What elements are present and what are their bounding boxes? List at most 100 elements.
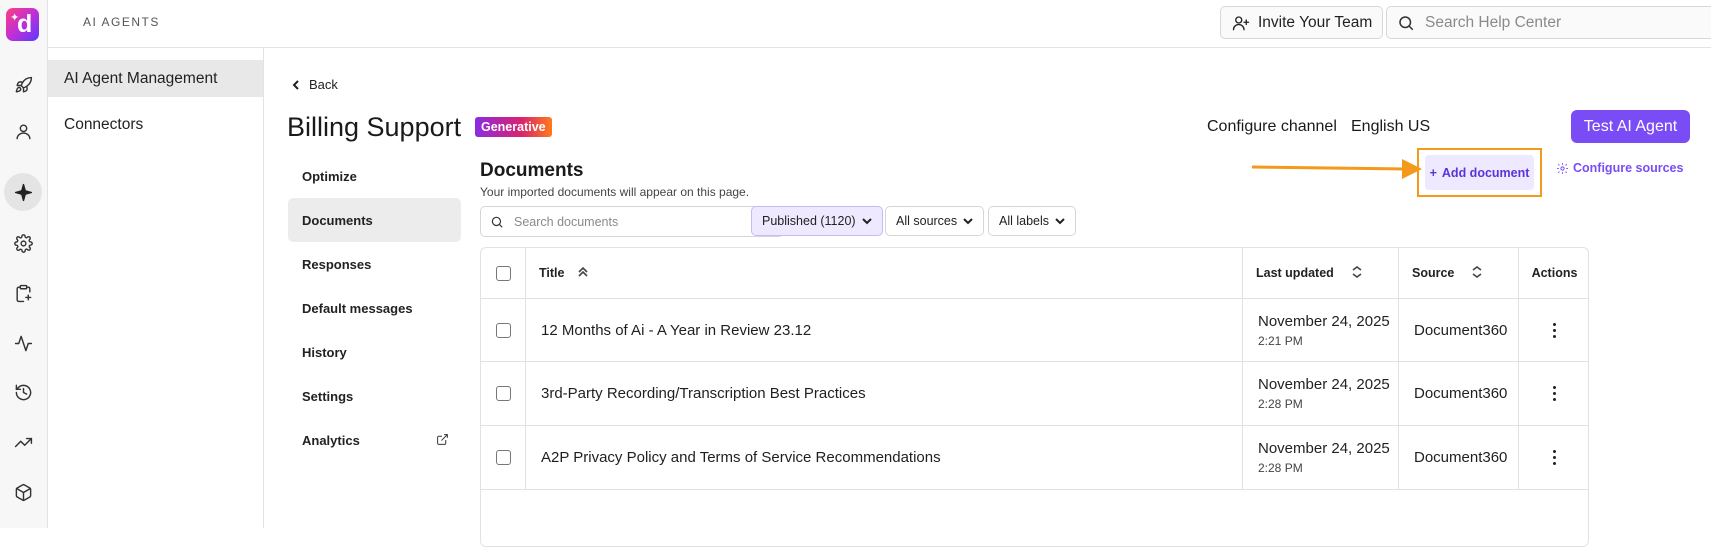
tab-settings[interactable]: Settings bbox=[288, 374, 461, 418]
configure-channel-link[interactable]: Configure channel bbox=[1207, 118, 1337, 136]
labels-filter[interactable]: All labels bbox=[988, 206, 1076, 236]
user-icon[interactable] bbox=[8, 116, 38, 146]
sort-icon bbox=[1472, 266, 1482, 281]
add-document-highlight: + Add document bbox=[1417, 148, 1542, 197]
sources-filter-label: All sources bbox=[896, 214, 957, 228]
more-options-icon[interactable] bbox=[1545, 320, 1565, 340]
search-icon bbox=[490, 215, 504, 229]
help-search-placeholder: Search Help Center bbox=[1425, 14, 1561, 32]
box-icon[interactable] bbox=[8, 477, 38, 507]
row-last-updated: November 24, 2025 2:28 PM bbox=[1243, 426, 1399, 489]
row-date: November 24, 2025 bbox=[1258, 440, 1390, 457]
invite-team-label: Invite Your Team bbox=[1258, 14, 1372, 32]
main-content: Back Billing Support Generative Configur… bbox=[264, 48, 1711, 528]
invite-team-button[interactable]: Invite Your Team bbox=[1220, 6, 1383, 39]
history-icon[interactable] bbox=[8, 377, 38, 407]
row-date: November 24, 2025 bbox=[1258, 313, 1390, 330]
tab-default-messages[interactable]: Default messages bbox=[288, 286, 461, 330]
status-filter[interactable]: Published (1120) bbox=[751, 206, 883, 236]
more-options-icon[interactable] bbox=[1545, 384, 1565, 404]
generative-badge: Generative bbox=[475, 117, 552, 137]
page-title: Billing Support bbox=[287, 112, 461, 143]
external-link-icon bbox=[436, 433, 449, 446]
row-title[interactable]: 3rd-Party Recording/Transcription Best P… bbox=[526, 362, 1243, 425]
chevron-down-icon bbox=[963, 216, 973, 226]
add-document-label: Add document bbox=[1442, 166, 1530, 180]
tab-analytics[interactable]: Analytics bbox=[288, 418, 461, 462]
sort-icon bbox=[1352, 266, 1362, 281]
row-actions bbox=[1519, 362, 1589, 425]
activity-icon[interactable] bbox=[8, 328, 38, 358]
select-all-checkbox[interactable] bbox=[496, 266, 511, 281]
help-center-search[interactable]: Search Help Center bbox=[1386, 6, 1711, 39]
row-select-cell bbox=[481, 362, 526, 425]
row-checkbox[interactable] bbox=[496, 386, 511, 401]
settings-icon[interactable] bbox=[8, 228, 38, 258]
last-updated-column-header[interactable]: Last updated bbox=[1243, 248, 1399, 298]
rocket-icon[interactable] bbox=[8, 70, 38, 100]
search-documents-input[interactable]: Search documents bbox=[480, 206, 784, 237]
tab-documents[interactable]: Documents bbox=[288, 198, 461, 242]
row-title[interactable]: A2P Privacy Policy and Terms of Service … bbox=[526, 426, 1243, 489]
row-checkbox[interactable] bbox=[496, 323, 511, 338]
row-source: Document360 bbox=[1399, 362, 1519, 425]
subnav-item-ai-agent-management[interactable]: AI Agent Management bbox=[48, 60, 263, 97]
more-options-icon[interactable] bbox=[1545, 448, 1565, 468]
tab-responses[interactable]: Responses bbox=[288, 242, 461, 286]
documents-table: Title Last updated Source Actions 12 Mon… bbox=[480, 247, 1589, 547]
status-filter-label: Published (1120) bbox=[762, 214, 856, 228]
trending-icon[interactable] bbox=[8, 427, 38, 457]
sparkle-nav-icon[interactable] bbox=[4, 173, 42, 211]
table-header-row: Title Last updated Source Actions bbox=[481, 248, 1589, 299]
back-link[interactable]: Back bbox=[291, 77, 338, 92]
agent-subnav: AI Agent Management Connectors bbox=[48, 48, 264, 528]
title-column-header[interactable]: Title bbox=[526, 248, 1243, 298]
row-date: November 24, 2025 bbox=[1258, 376, 1390, 393]
add-document-button[interactable]: + Add document bbox=[1425, 155, 1534, 190]
source-column-header[interactable]: Source bbox=[1399, 248, 1519, 298]
subnav-item-connectors[interactable]: Connectors bbox=[48, 106, 263, 143]
title-header-label: Title bbox=[539, 266, 564, 280]
table-row[interactable]: 3rd-Party Recording/Transcription Best P… bbox=[481, 362, 1589, 426]
user-plus-icon bbox=[1232, 14, 1250, 32]
actions-column-header: Actions bbox=[1519, 248, 1589, 298]
back-label: Back bbox=[309, 77, 338, 92]
row-select-cell bbox=[481, 426, 526, 489]
row-time: 2:28 PM bbox=[1258, 397, 1303, 411]
logo-letter: d bbox=[17, 10, 32, 39]
tab-history[interactable]: History bbox=[288, 330, 461, 374]
select-all-cell bbox=[481, 248, 526, 298]
row-time: 2:28 PM bbox=[1258, 461, 1303, 475]
language-selector[interactable]: English US bbox=[1351, 118, 1430, 136]
labels-filter-label: All labels bbox=[999, 214, 1049, 228]
row-last-updated: November 24, 2025 2:21 PM bbox=[1243, 299, 1399, 361]
table-row[interactable]: 12 Months of Ai - A Year in Review 23.12… bbox=[481, 299, 1589, 362]
table-row[interactable]: A2P Privacy Policy and Terms of Service … bbox=[481, 426, 1589, 490]
source-header-label: Source bbox=[1412, 266, 1454, 280]
configure-sources-button[interactable]: Configure sources bbox=[1556, 161, 1683, 175]
gear-icon bbox=[1556, 162, 1569, 175]
chevron-down-icon bbox=[862, 216, 872, 226]
last-updated-header-label: Last updated bbox=[1256, 266, 1334, 280]
row-select-cell bbox=[481, 299, 526, 361]
row-actions bbox=[1519, 426, 1589, 489]
test-ai-agent-button[interactable]: Test AI Agent bbox=[1571, 110, 1690, 143]
row-source: Document360 bbox=[1399, 426, 1519, 489]
app-logo[interactable]: ✦ d bbox=[6, 8, 39, 41]
row-time: 2:21 PM bbox=[1258, 334, 1303, 348]
row-title[interactable]: 12 Months of Ai - A Year in Review 23.12 bbox=[526, 299, 1243, 361]
chevron-down-icon bbox=[1055, 216, 1065, 226]
search-documents-placeholder: Search documents bbox=[514, 215, 618, 229]
icon-rail: ✦ d bbox=[0, 0, 48, 528]
plus-icon: + bbox=[1430, 166, 1437, 180]
row-last-updated: November 24, 2025 2:28 PM bbox=[1243, 362, 1399, 425]
documents-subtitle: Your imported documents will appear on t… bbox=[480, 185, 749, 199]
sources-filter[interactable]: All sources bbox=[885, 206, 984, 236]
tab-optimize[interactable]: Optimize bbox=[288, 154, 461, 198]
clipboard-icon[interactable] bbox=[8, 278, 38, 308]
configure-sources-label: Configure sources bbox=[1573, 161, 1683, 175]
row-checkbox[interactable] bbox=[496, 450, 511, 465]
app-title: AI AGENTS bbox=[83, 15, 160, 29]
annotation-arrow bbox=[1252, 155, 1424, 179]
documents-title: Documents bbox=[480, 160, 583, 182]
